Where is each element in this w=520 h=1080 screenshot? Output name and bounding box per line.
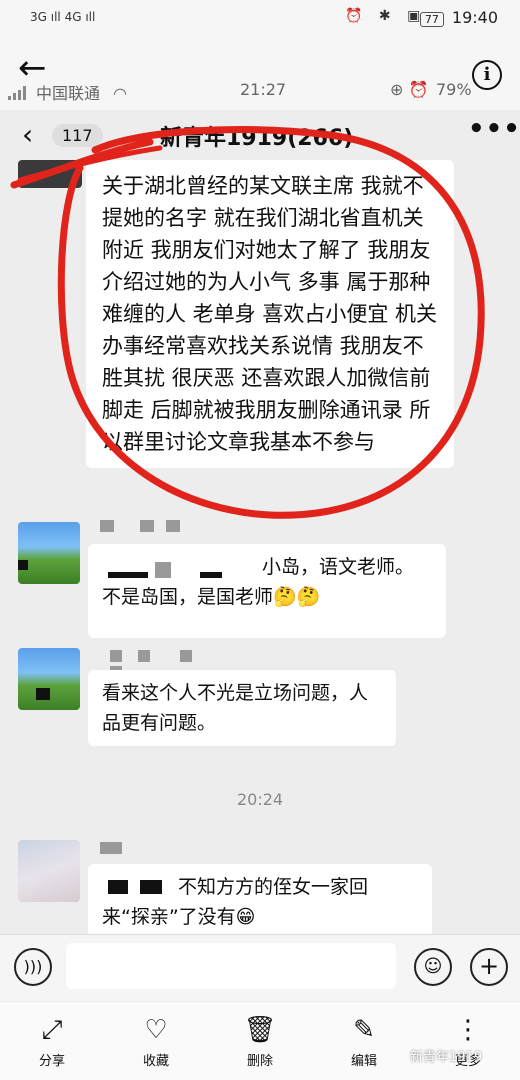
message-bubble[interactable]: 看来这个人不光是立场问题，人品更有问题。 [88,670,396,746]
message-line: 来“探亲”了没有😁 [102,906,256,928]
more-dots-icon[interactable]: ••• [468,114,520,144]
sender-name-redacted [180,650,192,662]
unread-count-badge[interactable]: 117 [52,124,103,147]
redacted-text [108,880,128,894]
signal-indicator: 3G ıll 4G ıll [30,10,96,24]
favorite-button[interactable]: ♡ 收藏 [116,1014,196,1069]
sender-name-redacted [166,520,180,532]
sender-name-redacted [110,650,122,662]
voice-icon[interactable]: ))) [14,948,52,986]
share-button[interactable]: ⤢ 分享 [12,1014,92,1069]
sender-name-redacted [100,520,114,532]
status-icons: ⏰ ✱ ▣ [345,8,427,24]
inner-status-icons: ⊕ ⏰ [390,80,429,99]
emoji-icon[interactable]: ☺ [414,948,452,986]
message-line: 小岛，语文老师。 [262,556,415,578]
plus-icon[interactable]: + [470,948,508,986]
inner-signal-icon [8,86,26,100]
vertical-dots-icon: ⋮ [455,1015,481,1045]
chat-back-icon[interactable]: ‹ [22,118,33,151]
avatar[interactable] [18,522,80,584]
status-right: 77 19:40 [419,8,498,27]
status-bar: 3G ıll 4G ıll ⏰ ✱ ▣ 77 19:40 [0,0,520,40]
chat-title: 新青年1919(266) [160,126,354,151]
redacted-text [140,880,162,894]
share-icon: ⤢ [41,1015,63,1045]
share-label: 分享 [38,1054,65,1069]
sender-name-redacted [100,842,122,854]
message-text: 看来这个人不光是立场问题，人品更有问题。 [102,682,369,734]
pencil-icon: ✎ [353,1015,375,1045]
carrier-label: 中国联通 [36,84,101,103]
redacted-text [108,572,148,578]
redacted-text [200,572,222,578]
edit-button[interactable]: ✎ 编辑 [324,1014,404,1069]
info-icon[interactable]: i [472,60,502,90]
inner-battery: 79% [436,80,472,99]
delete-label: 删除 [246,1054,273,1069]
trash-icon: 🗑 [243,1015,277,1045]
message-text: 关于湖北曾经的某文联主席 我就不提她的名字 就在我们湖北省直机关附近 我朋友们对… [102,174,438,454]
message-bubble[interactable]: 不知方方的侄女一家回 来“探亲”了没有😁 [88,864,432,942]
delete-button[interactable]: 🗑 删除 [220,1014,300,1069]
edit-label: 编辑 [350,1054,377,1069]
inner-carrier: 中国联通 ◠ [36,80,127,104]
chat-header: ‹ 117 新青年1919(266) ••• [0,112,520,162]
message-input[interactable] [66,943,396,989]
inner-clock: 21:27 [240,80,287,99]
message-input-bar: ))) ☺ + [0,934,520,1001]
time-separator: 20:24 [236,790,284,809]
sender-name-redacted [140,520,154,532]
message-bubble[interactable]: 关于湖北曾经的某文联主席 我就不提她的名字 就在我们湖北省直机关附近 我朋友们对… [86,160,454,468]
bottom-toolbar: ⤢ 分享 ♡ 收藏 🗑 删除 ✎ 编辑 ⋮ 更多 [0,1002,520,1080]
avatar[interactable] [18,160,82,188]
message-line: 不是岛国，是国老师🤔🤔 [102,586,321,608]
favorite-label: 收藏 [142,1054,169,1069]
watermark: 新青年1919 [410,1050,483,1065]
avatar[interactable] [18,840,80,902]
battery-icon: 77 [419,12,444,27]
heart-icon: ♡ [144,1015,168,1045]
avatar[interactable] [18,648,80,710]
redacted-text [155,562,171,578]
sender-name-redacted [138,650,150,662]
message-bubble[interactable]: 小岛，语文老师。 不是岛国，是国老师🤔🤔 [88,544,446,638]
wifi-icon: ◠ [113,84,128,103]
clock: 19:40 [451,8,498,27]
